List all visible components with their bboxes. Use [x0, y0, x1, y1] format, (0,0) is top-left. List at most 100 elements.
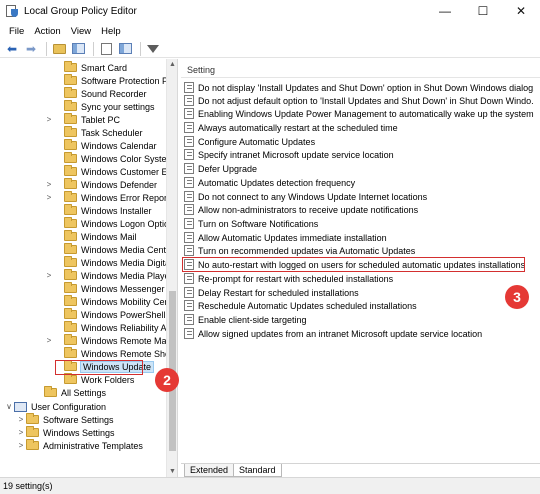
policy-row[interactable]: Defer Upgrade [184, 162, 534, 175]
expand-chevron-icon[interactable]: > [16, 441, 26, 450]
tree-item-windows-customer-exp[interactable]: Windows Customer Exp [0, 165, 166, 178]
folder-icon [64, 282, 77, 293]
policy-setting-icon [184, 328, 194, 339]
tree-item-sound-recorder[interactable]: Sound Recorder [0, 87, 166, 100]
tab-extended[interactable]: Extended [184, 464, 235, 477]
tree-item-windows-mail[interactable]: Windows Mail [0, 230, 166, 243]
policy-row[interactable]: Turn on Software Notifications [184, 217, 534, 230]
policy-setting-icon [184, 245, 194, 256]
policy-row[interactable]: Enabling Windows Update Power Management… [184, 107, 534, 120]
tree-item-sync-settings[interactable]: Sync your settings [0, 100, 166, 113]
window-title: Local Group Policy Editor [24, 5, 137, 17]
tree-item-software-protection[interactable]: Software Protection Plat [0, 74, 166, 87]
menu-action[interactable]: Action [29, 26, 65, 37]
expand-chevron-icon[interactable]: > [44, 271, 54, 280]
policy-row[interactable]: Turn on recommended updates via Automati… [184, 244, 534, 257]
tree-item-windows-remote-management[interactable]: >Windows Remote Mana [0, 334, 166, 347]
tree-item-tablet-pc[interactable]: > Tablet PC [0, 113, 166, 126]
expand-chevron-icon[interactable]: > [44, 180, 54, 189]
tree-item-windows-powershell[interactable]: Windows PowerShell [0, 308, 166, 321]
tree-item-windows-error-reporting[interactable]: >Windows Error Reportin [0, 191, 166, 204]
folder-icon [64, 191, 77, 202]
tree-item-windows-color-system[interactable]: Windows Color System [0, 152, 166, 165]
policy-setting-icon [184, 82, 194, 93]
tree-item-windows-media-digital[interactable]: Windows Media Digital [0, 256, 166, 269]
folder-icon [64, 308, 77, 319]
menu-view[interactable]: View [66, 26, 96, 37]
properties-icon[interactable] [117, 41, 133, 57]
policy-row[interactable]: Allow Automatic Updates immediate instal… [184, 231, 534, 244]
tree-item-software-settings[interactable]: > Software Settings [0, 413, 166, 426]
expand-chevron-icon[interactable]: > [44, 336, 54, 345]
back-arrow-icon[interactable]: ⬅ [4, 41, 20, 57]
tree-item-windows-installer[interactable]: Windows Installer [0, 204, 166, 217]
close-button[interactable]: ✕ [502, 0, 540, 22]
policy-row[interactable]: Do not adjust default option to 'Install… [184, 94, 534, 107]
policy-row[interactable]: Always automatically restart at the sche… [184, 121, 534, 134]
folder-icon [26, 439, 39, 450]
menu-file[interactable]: File [4, 26, 29, 37]
highlight-box-windows-update [55, 360, 143, 375]
folder-icon [64, 152, 77, 163]
maximize-button[interactable]: ☐ [464, 0, 502, 22]
policy-row[interactable]: Re-prompt for restart with scheduled ins… [184, 272, 534, 285]
tree-item-windows-messenger[interactable]: Windows Messenger [0, 282, 166, 295]
tree-item-windows-mobility-center[interactable]: Windows Mobility Cent [0, 295, 166, 308]
tree-item-windows-settings[interactable]: > Windows Settings [0, 426, 166, 439]
status-text: 19 setting(s) [3, 481, 53, 491]
tab-standard[interactable]: Standard [233, 464, 282, 477]
tree-item-windows-remote-shell[interactable]: Windows Remote Shell [0, 347, 166, 360]
policy-row[interactable]: Automatic Updates detection frequency [184, 176, 534, 189]
policy-row[interactable]: Allow signed updates from an intranet Mi… [184, 327, 534, 340]
expand-chevron-icon[interactable]: > [44, 115, 54, 124]
folder-icon [26, 426, 39, 437]
menu-help[interactable]: Help [96, 26, 126, 37]
tree-item-administrative-templates[interactable]: > Administrative Templates [0, 439, 166, 452]
column-header-setting[interactable]: Setting [181, 63, 540, 78]
policy-row[interactable]: Do not display 'Install Updates and Shut… [184, 81, 534, 94]
folder-icon [64, 230, 77, 241]
policy-row[interactable]: Delay Restart for scheduled installation… [184, 286, 534, 299]
toolbar-separator [140, 41, 141, 56]
tree-item-task-scheduler[interactable]: Task Scheduler [0, 126, 166, 139]
up-folder-icon[interactable] [51, 41, 67, 57]
tree-item-windows-media-player[interactable]: > Windows Media Player [0, 269, 166, 282]
forward-arrow-icon[interactable]: ➡ [23, 41, 39, 57]
folder-icon [64, 165, 77, 176]
collapse-chevron-icon[interactable]: ∨ [4, 402, 14, 411]
policy-row[interactable]: Configure Automatic Updates [184, 135, 534, 148]
expand-chevron-icon[interactable]: > [16, 428, 26, 437]
policy-row[interactable]: Enable client-side targeting [184, 313, 534, 326]
menu-bar: File Action View Help [0, 22, 540, 40]
policy-row[interactable]: Reschedule Automatic Updates scheduled i… [184, 299, 534, 312]
scroll-up-icon[interactable]: ▲ [167, 59, 177, 70]
expand-chevron-icon[interactable]: > [44, 193, 54, 202]
tree-item-windows-media-center[interactable]: Windows Media Center [0, 243, 166, 256]
minimize-button[interactable]: — [426, 0, 464, 22]
policy-setting-icon [184, 191, 194, 202]
group-policy-app-icon [6, 5, 18, 17]
filter-icon[interactable] [145, 41, 161, 57]
tree-item-windows-calendar[interactable]: Windows Calendar [0, 139, 166, 152]
tree-scrollbar[interactable]: ▲ ▼ [166, 59, 177, 477]
policy-row[interactable]: Specify intranet Microsoft update servic… [184, 148, 534, 161]
folder-icon [64, 204, 77, 215]
step-2-badge: 2 [155, 368, 179, 392]
tree-item-windows-defender[interactable]: > Windows Defender [0, 178, 166, 191]
export-list-icon[interactable] [98, 41, 114, 57]
tree-item-windows-logon-options[interactable]: Windows Logon Option [0, 217, 166, 230]
policy-row[interactable]: Do not connect to any Windows Update Int… [184, 190, 534, 203]
show-hide-tree-icon[interactable] [70, 41, 86, 57]
tree-item-smart-card[interactable]: Smart Card [0, 61, 166, 74]
folder-icon [64, 74, 77, 85]
tree-item-user-configuration[interactable]: ∨ User Configuration [0, 400, 166, 413]
expand-chevron-icon[interactable]: > [16, 415, 26, 424]
tree-item-windows-reliability[interactable]: Windows Reliability Ana [0, 321, 166, 334]
folder-icon [64, 321, 77, 332]
folder-icon [64, 139, 77, 150]
policy-setting-icon [184, 149, 194, 160]
tree-item-all-settings[interactable]: All Settings [0, 386, 166, 399]
scroll-down-icon[interactable]: ▼ [167, 466, 177, 477]
policy-row[interactable]: Allow non-administrators to receive upda… [184, 203, 534, 216]
status-bar: 19 setting(s) [0, 477, 540, 494]
